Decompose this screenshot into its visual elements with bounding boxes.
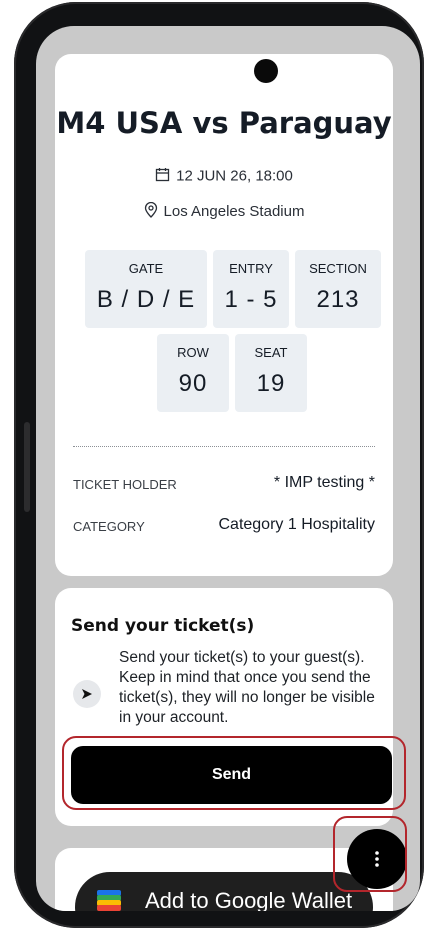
match-date: 12 JUN 26, 18:00 <box>176 167 293 185</box>
dotted-divider <box>73 446 375 447</box>
calendar-icon <box>155 167 170 186</box>
venue-row: Los Angeles Stadium <box>55 201 393 222</box>
row-box: ROW 90 <box>157 334 229 412</box>
section-box: SECTION 213 <box>295 250 381 328</box>
front-camera <box>254 59 278 83</box>
section-label: SECTION <box>309 261 367 276</box>
category-label: CATEGORY <box>73 519 145 534</box>
seat-value: 19 <box>256 370 286 397</box>
row-label: ROW <box>177 345 209 360</box>
add-to-google-wallet-button[interactable]: Add to Google Wallet <box>75 872 373 911</box>
more-vertical-icon <box>375 851 379 867</box>
send-arrow-icon <box>73 680 101 708</box>
more-options-fab[interactable] <box>347 829 407 889</box>
wallet-card: Add to Google Wallet <box>55 848 393 911</box>
venue-name: Los Angeles Stadium <box>163 202 305 220</box>
entry-label: ENTRY <box>229 261 273 276</box>
section-value: 213 <box>316 286 360 313</box>
ticket-holder-label: TICKET HOLDER <box>73 477 177 492</box>
seat-box: SEAT 19 <box>235 334 307 412</box>
phone-side-button <box>24 422 30 512</box>
gate-label: GATE <box>128 261 164 276</box>
seat-label: SEAT <box>254 345 288 360</box>
gate-box: GATE B / D / E <box>85 250 207 328</box>
match-date-row: 12 JUN 26, 18:00 <box>55 167 393 186</box>
google-wallet-icon <box>97 890 121 911</box>
send-tickets-card: Send your ticket(s) Send your ticket(s) … <box>55 588 393 826</box>
gate-value: B / D / E <box>96 286 196 313</box>
send-heading: Send your ticket(s) <box>71 616 255 636</box>
category-value: Category 1 Hospitality <box>218 516 375 533</box>
send-button[interactable]: Send <box>71 746 392 804</box>
wallet-button-label: Add to Google Wallet <box>145 888 353 911</box>
send-description: Send your ticket(s) to your guest(s). Ke… <box>119 649 375 726</box>
entry-box: ENTRY 1 - 5 <box>213 250 289 328</box>
ticket-holder-value: * IMP testing * <box>273 474 375 491</box>
app-screen: M4 USA vs Paraguay 12 JUN 26, 18:00 Los … <box>36 26 420 911</box>
location-pin-icon <box>144 201 158 222</box>
ticket-card: M4 USA vs Paraguay 12 JUN 26, 18:00 Los … <box>55 54 393 576</box>
match-title: M4 USA vs Paraguay <box>56 106 392 140</box>
entry-value: 1 - 5 <box>224 286 278 313</box>
row-value: 90 <box>178 370 208 397</box>
